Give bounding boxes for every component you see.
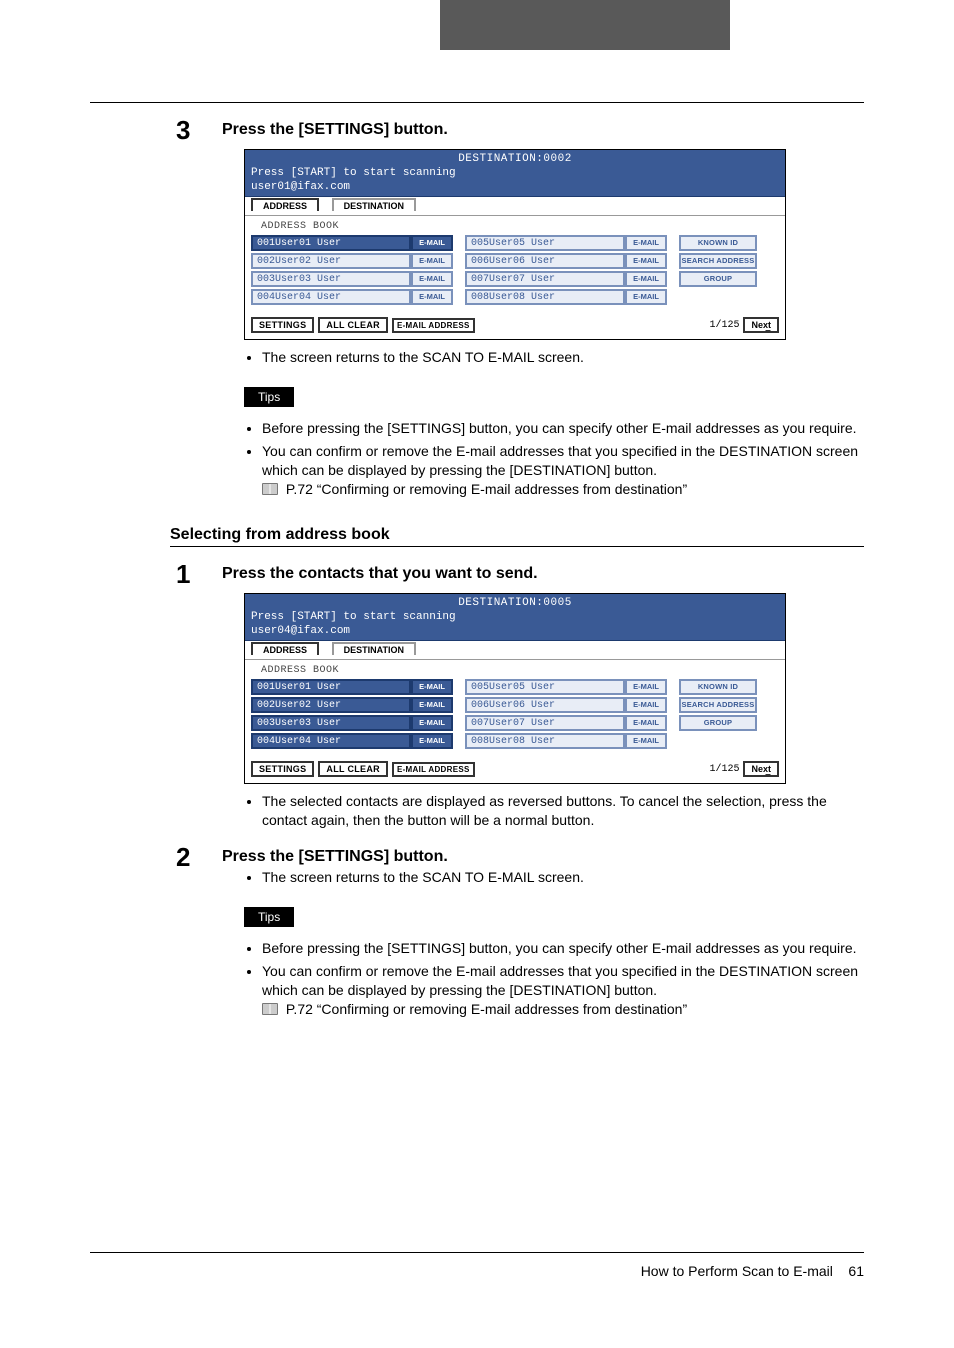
all-clear-button[interactable]: ALL CLEAR xyxy=(318,761,388,777)
contact-entry[interactable]: 003User03 User xyxy=(251,271,411,287)
section-title: Selecting from address book xyxy=(170,526,864,544)
book-icon xyxy=(262,1003,278,1015)
contact-entry[interactable]: 006User06 User xyxy=(465,253,625,269)
email-chip[interactable]: E-MAIL xyxy=(411,679,453,695)
contact-entry[interactable]: 006User06 User xyxy=(465,697,625,713)
email-chip[interactable]: E-MAIL xyxy=(411,271,453,287)
step-title: Press the [SETTINGS] button. xyxy=(222,121,864,139)
contact-entry[interactable]: 002User02 User xyxy=(251,253,411,269)
side-search_address-button[interactable]: SEARCH ADDRESS xyxy=(679,697,757,713)
destination-count: DESTINATION:0002 xyxy=(251,152,779,166)
tips-tag: Tips xyxy=(244,907,294,927)
book-icon xyxy=(262,483,278,495)
next-button[interactable]: Next xyxy=(743,761,779,777)
contact-entry[interactable]: 007User07 User xyxy=(465,271,625,287)
email-address-button[interactable]: E-MAIL ADDRESS xyxy=(392,762,475,777)
address-grid: 001User01 UserE-MAIL005User05 UserE-MAIL… xyxy=(251,235,779,305)
email-chip[interactable]: E-MAIL xyxy=(625,253,667,269)
email-address-button[interactable]: E-MAIL ADDRESS xyxy=(392,318,475,333)
contact-entry[interactable]: 004User04 User xyxy=(251,289,411,305)
bullet-return: The screen returns to the SCAN TO E-MAIL… xyxy=(262,868,864,887)
address-book-label: ADDRESS BOOK xyxy=(251,220,779,235)
email-chip[interactable]: E-MAIL xyxy=(625,715,667,731)
start-hint: Press [START] to start scanning xyxy=(251,610,779,624)
section-rule xyxy=(170,546,864,547)
step-number: 1 xyxy=(176,559,190,590)
side-group-button[interactable]: GROUP xyxy=(679,715,757,731)
tab-destination[interactable]: DESTINATION xyxy=(332,198,416,211)
contact-entry[interactable]: 005User05 User xyxy=(465,679,625,695)
side-search_address-button[interactable]: SEARCH ADDRESS xyxy=(679,253,757,269)
email-chip[interactable]: E-MAIL xyxy=(411,733,453,749)
step-title: Press the [SETTINGS] button. xyxy=(222,848,864,866)
page-footer: How to Perform Scan to E-mail 61 xyxy=(90,1252,864,1279)
s2-step-2: 2 Press the [SETTINGS] button. The scree… xyxy=(90,848,864,1018)
header-dark-block xyxy=(440,0,730,50)
next-button[interactable]: Next xyxy=(743,317,779,333)
header-rule xyxy=(90,102,864,103)
step-number: 2 xyxy=(176,842,190,873)
email-chip[interactable]: E-MAIL xyxy=(411,235,453,251)
contact-entry[interactable]: 007User07 User xyxy=(465,715,625,731)
tip-1: Before pressing the [SETTINGS] button, y… xyxy=(262,419,864,438)
settings-button[interactable]: SETTINGS xyxy=(251,317,314,333)
panel-footer: SETTINGS ALL CLEAR E-MAIL ADDRESS 1/125 … xyxy=(245,311,785,339)
bullet-selected: The selected contacts are displayed as r… xyxy=(262,792,864,830)
tip-2: You can confirm or remove the E-mail add… xyxy=(262,962,864,1019)
panel-footer: SETTINGS ALL CLEAR E-MAIL ADDRESS 1/125 … xyxy=(245,755,785,783)
pager-text: 1/125 xyxy=(709,320,739,331)
address-book-label: ADDRESS BOOK xyxy=(251,664,779,679)
side-known_id-button[interactable]: KNOWN ID xyxy=(679,235,757,251)
start-hint: Press [START] to start scanning xyxy=(251,166,779,180)
tab-bar: ADDRESS DESTINATION xyxy=(245,197,785,216)
tips-tag: Tips xyxy=(244,387,294,407)
lcd-panel-b: DESTINATION:0005 Press [START] to start … xyxy=(244,593,786,784)
destination-count: DESTINATION:0005 xyxy=(251,596,779,610)
side-known_id-button[interactable]: KNOWN ID xyxy=(679,679,757,695)
footer-title: How to Perform Scan to E-mail xyxy=(641,1263,833,1279)
contact-entry[interactable]: 004User04 User xyxy=(251,733,411,749)
contact-entry[interactable]: 005User05 User xyxy=(465,235,625,251)
current-user-line: user04@ifax.com xyxy=(251,624,779,638)
settings-button[interactable]: SETTINGS xyxy=(251,761,314,777)
footer-page-number: 61 xyxy=(848,1263,864,1279)
email-chip[interactable]: E-MAIL xyxy=(411,253,453,269)
step-3: 3 Press the [SETTINGS] button. DESTINATI… xyxy=(90,121,864,498)
email-chip[interactable]: E-MAIL xyxy=(625,733,667,749)
contact-entry[interactable]: 008User08 User xyxy=(465,289,625,305)
contact-entry[interactable]: 002User02 User xyxy=(251,697,411,713)
all-clear-button[interactable]: ALL CLEAR xyxy=(318,317,388,333)
panel-header: DESTINATION:0002 Press [START] to start … xyxy=(245,150,785,197)
email-chip[interactable]: E-MAIL xyxy=(625,289,667,305)
email-chip[interactable]: E-MAIL xyxy=(411,715,453,731)
step-title: Press the contacts that you want to send… xyxy=(222,565,864,583)
pager-text: 1/125 xyxy=(709,764,739,775)
lcd-panel-a: DESTINATION:0002 Press [START] to start … xyxy=(244,149,786,340)
email-chip[interactable]: E-MAIL xyxy=(411,289,453,305)
side-group-button[interactable]: GROUP xyxy=(679,271,757,287)
panel-header: DESTINATION:0005 Press [START] to start … xyxy=(245,594,785,641)
step-number: 3 xyxy=(176,115,190,146)
email-chip[interactable]: E-MAIL xyxy=(625,271,667,287)
current-user-line: user01@ifax.com xyxy=(251,180,779,194)
tab-destination[interactable]: DESTINATION xyxy=(332,642,416,655)
tip-1: Before pressing the [SETTINGS] button, y… xyxy=(262,939,864,958)
email-chip[interactable]: E-MAIL xyxy=(625,235,667,251)
contact-entry[interactable]: 003User03 User xyxy=(251,715,411,731)
s2-step-1: 1 Press the contacts that you want to se… xyxy=(90,565,864,830)
email-chip[interactable]: E-MAIL xyxy=(625,697,667,713)
bullet-return: The screen returns to the SCAN TO E-MAIL… xyxy=(262,348,864,367)
tab-address[interactable]: ADDRESS xyxy=(251,642,319,655)
tab-address[interactable]: ADDRESS xyxy=(251,198,319,211)
email-chip[interactable]: E-MAIL xyxy=(411,697,453,713)
page-top-band xyxy=(0,0,954,50)
tab-bar: ADDRESS DESTINATION xyxy=(245,641,785,660)
contact-entry[interactable]: 008User08 User xyxy=(465,733,625,749)
address-grid: 001User01 UserE-MAIL005User05 UserE-MAIL… xyxy=(251,679,779,749)
contact-entry[interactable]: 001User01 User xyxy=(251,235,411,251)
contact-entry[interactable]: 001User01 User xyxy=(251,679,411,695)
email-chip[interactable]: E-MAIL xyxy=(625,679,667,695)
tip-2: You can confirm or remove the E-mail add… xyxy=(262,442,864,499)
